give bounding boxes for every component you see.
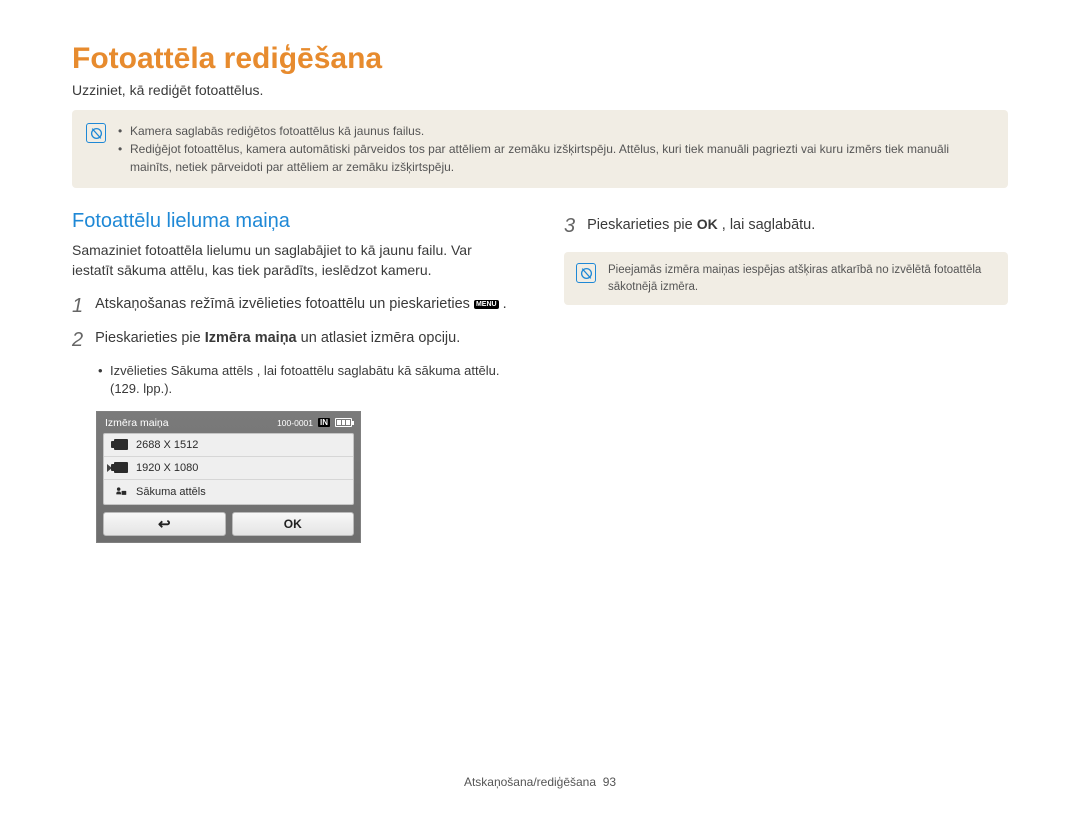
menu-icon: MENU [474, 300, 499, 309]
photo-icon [114, 462, 128, 473]
step-number: 3 [564, 214, 575, 238]
step-number: 2 [72, 328, 83, 352]
battery-icon [335, 418, 352, 427]
step-text: Pieskarieties pie [95, 330, 205, 346]
back-arrow-icon: ↩ [158, 515, 171, 533]
page-title: Fotoattēla rediģēšana [72, 42, 1008, 76]
step-text: Pieskarieties pie [587, 217, 697, 233]
home-image-icon [114, 485, 128, 499]
step-text: Atskaņošanas režīmā izvēlieties fotoattē… [95, 296, 474, 312]
step-text: , lai saglabātu. [722, 217, 816, 233]
step-3: 3 Pieskarieties pie OK , lai saglabātu. [564, 214, 1008, 238]
camera-ui-mock: Izmēra maiņa 100-0001 IN 2688 X 1512 [96, 411, 361, 543]
step-number: 1 [72, 294, 83, 318]
photo-icon [114, 439, 128, 450]
page-subtitle: Uzziniet, kā rediģēt fotoattēlus. [72, 82, 1008, 98]
cam-option-label: Sākuma attēls [136, 486, 206, 498]
cam-option-label: 2688 X 1512 [136, 439, 198, 451]
cam-option-list: 2688 X 1512 1920 X 1080 Sākuma attēls [103, 433, 354, 505]
note-box-right: Pieejamās izmēra maiņas iespējas atšķira… [564, 252, 1008, 305]
memory-icon: IN [318, 418, 330, 427]
note-box-top: Kamera saglabās rediģētos fotoattēlus kā… [72, 110, 1008, 188]
section-heading: Fotoattēlu lieluma maiņa [72, 210, 516, 233]
note-icon [86, 123, 106, 143]
ok-inline-icon: OK [697, 216, 718, 232]
cam-back-button[interactable]: ↩ [103, 512, 226, 536]
sub-bullet-item: Izvēlieties Sākuma attēls , lai fotoattē… [98, 362, 516, 398]
cam-ok-button[interactable]: OK [232, 512, 355, 536]
cam-option[interactable]: 2688 X 1512 [104, 434, 353, 457]
cam-title: Izmēra maiņa [105, 417, 169, 429]
note-item: Kamera saglabās rediģētos fotoattēlus kā… [118, 122, 994, 140]
cam-option[interactable]: Sākuma attēls [104, 480, 353, 504]
step-text: . [503, 296, 507, 312]
note-icon [576, 263, 596, 283]
page-footer: Atskaņošana/rediģēšana 93 [0, 775, 1080, 789]
section-intro: Samaziniet fotoattēla lielumu un saglabā… [72, 241, 516, 280]
step-2: 2 Pieskarieties pie Izmēra maiņa un atla… [72, 328, 516, 352]
step-text: un atlasiet izmēra opciju. [301, 330, 461, 346]
step-1: 1 Atskaņošanas režīmā izvēlieties fotoat… [72, 294, 516, 318]
note-text: Pieejamās izmēra maiņas iespējas atšķira… [608, 262, 996, 295]
cam-counter: 100-0001 [277, 418, 313, 428]
step-text-bold: Izmēra maiņa [205, 330, 297, 346]
cam-option-selected[interactable]: 1920 X 1080 [104, 457, 353, 480]
cam-option-label: 1920 X 1080 [136, 462, 198, 474]
note-item: Rediģējot fotoattēlus, kamera automātisk… [118, 140, 994, 176]
